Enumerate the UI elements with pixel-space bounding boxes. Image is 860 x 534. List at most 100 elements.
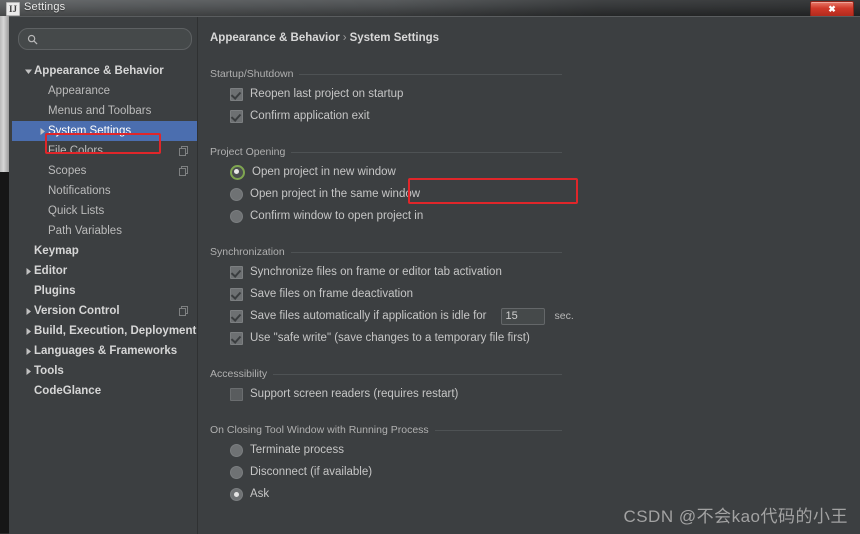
breadcrumb-leaf: System Settings — [349, 32, 440, 44]
checkbox-save-files-automatically[interactable] — [230, 309, 243, 323]
twisty-placeholder — [22, 281, 34, 301]
settings-dialog: Appearance & Behavior Appearance Menus and… — [9, 16, 860, 534]
watermark: CSDN @不会kao代码的小王 — [623, 507, 848, 526]
radio-open-project-new-window[interactable] — [230, 164, 245, 180]
radio-row-ask[interactable]: Ask — [210, 483, 562, 505]
group-accessibility: Accessibility Support screen readers (re… — [210, 365, 562, 405]
breadcrumb: Appearance & Behavior › System Settings — [210, 32, 439, 44]
titlebar-gloss — [0, 0, 860, 16]
checkbox-use-safe-write[interactable] — [230, 331, 243, 345]
sidebar-item-label: Appearance & Behavior — [34, 65, 164, 77]
checkbox-support-screen-readers[interactable] — [230, 387, 243, 401]
group-divider — [299, 73, 562, 75]
group-header-accessibility: Accessibility — [210, 365, 562, 383]
radio-row-open-project-new-window[interactable]: Open project in new window — [210, 161, 562, 183]
sidebar-item-appearance[interactable]: Appearance — [12, 81, 197, 101]
sidebar-item-file-colors[interactable]: File Colors — [12, 141, 197, 161]
group-divider — [290, 251, 562, 253]
sidebar-item-path-variables[interactable]: Path Variables — [12, 221, 197, 241]
radio-row-terminate-process[interactable]: Terminate process — [210, 439, 562, 461]
chevron-right-icon[interactable] — [22, 361, 34, 381]
sidebar-item-version-control[interactable]: Version Control — [12, 301, 197, 321]
sidebar-item-tools[interactable]: Tools — [12, 361, 197, 381]
settings-main-panel: Appearance & Behavior › System Settings St… — [197, 17, 860, 534]
group-header-startup-shutdown: Startup/Shutdown — [210, 65, 562, 83]
search-input[interactable] — [38, 33, 192, 45]
sidebar-item-plugins[interactable]: Plugins — [12, 281, 197, 301]
chevron-down-icon[interactable] — [22, 61, 34, 81]
group-synchronization: Synchronization Synchronize files on fra… — [210, 243, 574, 349]
sidebar-item-editor[interactable]: Editor — [12, 261, 197, 281]
radio-terminate-process[interactable] — [230, 443, 243, 457]
checkbox-row-support-screen-readers[interactable]: Support screen readers (requires restart… — [210, 383, 562, 405]
checkbox-row-use-safe-write[interactable]: Use "safe write" (save changes to a temp… — [210, 327, 562, 349]
group-project-opening: Project Opening Open project in new wind… — [210, 143, 562, 227]
title-bar[interactable]: IJ Settings ✖ — [0, 0, 860, 17]
checkbox-reopen-last-project[interactable] — [230, 87, 243, 101]
sidebar-item-label: File Colors — [48, 145, 103, 157]
idle-seconds-input[interactable] — [500, 307, 545, 325]
twisty-placeholder — [36, 181, 48, 201]
radio-disconnect-if-available[interactable] — [230, 465, 243, 479]
sidebar-item-label: Menus and Toolbars — [48, 105, 152, 117]
background-window-strip — [0, 14, 9, 174]
sidebar-item-scopes[interactable]: Scopes — [12, 161, 197, 181]
checkbox-row-confirm-application-exit[interactable]: Confirm application exit — [210, 105, 562, 127]
radio-label: Confirm window to open project in — [250, 210, 424, 222]
group-title: Synchronization — [210, 246, 285, 258]
radio-confirm-window-to-open-project-in[interactable] — [230, 209, 243, 223]
chevron-right-icon[interactable] — [22, 261, 34, 281]
group-divider — [434, 429, 562, 431]
radio-row-confirm-window-to-open-project-in[interactable]: Confirm window to open project in — [210, 205, 562, 227]
checkbox-confirm-application-exit[interactable] — [230, 109, 243, 123]
sidebar-item-appearance-behavior[interactable]: Appearance & Behavior — [12, 61, 197, 81]
radio-row-open-project-same-window[interactable]: Open project in the same window — [210, 183, 562, 205]
checkbox-row-save-files-on-frame-deactivation[interactable]: Save files on frame deactivation — [210, 283, 562, 305]
sidebar-item-codeglance[interactable]: CodeGlance — [12, 381, 197, 401]
sidebar-item-label: System Settings — [48, 125, 132, 137]
sidebar-item-languages-frameworks[interactable]: Languages & Frameworks — [12, 341, 197, 361]
radio-open-project-same-window[interactable] — [230, 187, 243, 201]
sidebar-item-keymap[interactable]: Keymap — [12, 241, 197, 261]
sidebar-item-menus-and-toolbars[interactable]: Menus and Toolbars — [12, 101, 197, 121]
checkbox-synchronize-files-on-frame[interactable] — [230, 265, 243, 279]
sidebar-item-system-settings[interactable]: System Settings — [12, 121, 197, 141]
radio-row-disconnect-if-available[interactable]: Disconnect (if available) — [210, 461, 562, 483]
sidebar-item-label: Path Variables — [48, 225, 122, 237]
group-divider — [273, 373, 562, 375]
search-box[interactable] — [18, 28, 192, 50]
twisty-placeholder — [22, 241, 34, 261]
settings-sidebar: Appearance & Behavior Appearance Menus and… — [12, 17, 197, 534]
sidebar-item-notifications[interactable]: Notifications — [12, 181, 197, 201]
sidebar-item-build-execution-deployment[interactable]: Build, Execution, Deployment — [12, 321, 197, 341]
window-title: Settings — [24, 1, 66, 13]
radio-label: Ask — [250, 488, 270, 500]
sidebar-item-label: Tools — [34, 365, 64, 377]
checkbox-label: Support screen readers (requires restart… — [250, 388, 459, 400]
settings-content: Startup/Shutdown Reopen last project on … — [198, 65, 860, 505]
chevron-right-icon[interactable] — [22, 321, 34, 341]
twisty-placeholder — [36, 81, 48, 101]
checkbox-row-synchronize-files-on-frame[interactable]: Synchronize files on frame or editor tab… — [210, 261, 562, 283]
chevron-right-icon[interactable] — [22, 341, 34, 361]
sidebar-item-label: Quick Lists — [48, 205, 105, 217]
checkbox-row-reopen-last-project[interactable]: Reopen last project on startup — [210, 83, 562, 105]
checkbox-label: Use "safe write" (save changes to a temp… — [250, 332, 530, 344]
sidebar-item-quick-lists[interactable]: Quick Lists — [12, 201, 197, 221]
copy-icon — [179, 146, 189, 156]
checkbox-save-files-on-frame-deactivation[interactable] — [230, 287, 243, 301]
background-window-dark-strip — [0, 172, 9, 533]
radio-label: Open project in the same window — [250, 188, 421, 200]
group-title: Startup/Shutdown — [210, 68, 294, 80]
chevron-right-icon[interactable] — [36, 121, 48, 141]
radio-ask[interactable] — [230, 487, 243, 501]
breadcrumb-root[interactable]: Appearance & Behavior — [210, 32, 340, 44]
checkbox-label: Confirm application exit — [250, 110, 370, 122]
sidebar-item-label: Version Control — [34, 305, 120, 317]
chevron-right-icon[interactable] — [22, 301, 34, 321]
checkbox-row-save-files-automatically[interactable]: Save files automatically if application … — [210, 305, 574, 327]
close-icon[interactable]: ✖ — [810, 1, 854, 17]
